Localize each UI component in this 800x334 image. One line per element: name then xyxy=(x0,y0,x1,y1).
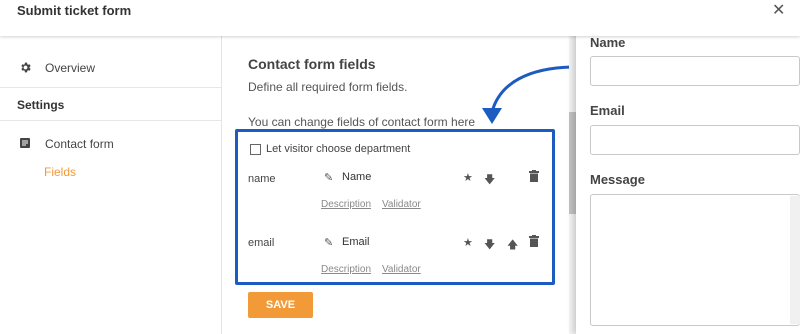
star-icon[interactable]: ★ xyxy=(463,171,473,184)
close-icon[interactable]: ✕ xyxy=(772,0,785,20)
trash-icon[interactable] xyxy=(529,235,539,250)
pencil-icon[interactable]: ✎ xyxy=(324,171,333,184)
preview-email-input[interactable] xyxy=(590,125,800,155)
curved-arrow-icon xyxy=(482,65,574,124)
sidebar-divider xyxy=(0,87,221,88)
field-label-email: Email xyxy=(342,236,370,248)
title-bar: Submit ticket form ✕ xyxy=(0,0,800,36)
field-description-link[interactable]: Description xyxy=(321,199,371,210)
star-icon[interactable]: ★ xyxy=(463,236,473,249)
preview-email-label: Email xyxy=(590,103,625,118)
preview-message-label: Message xyxy=(590,172,645,187)
field-validator-link[interactable]: Validator xyxy=(382,199,421,210)
sidebar xyxy=(0,36,222,334)
preview-textarea-scrollbar[interactable] xyxy=(790,196,800,324)
gear-icon xyxy=(19,61,32,77)
field-label-name: Name xyxy=(342,171,372,183)
department-checkbox-label: Let visitor choose department xyxy=(266,143,411,155)
trash-icon[interactable] xyxy=(529,170,539,185)
field-key-name: name xyxy=(248,173,276,185)
department-checkbox[interactable] xyxy=(250,144,261,155)
preview-name-label: Name xyxy=(590,35,626,50)
sidebar-divider xyxy=(0,120,221,121)
form-icon xyxy=(19,137,31,152)
sidebar-item-label: Contact form xyxy=(45,137,114,151)
sidebar-item-fields[interactable]: Fields xyxy=(44,165,76,179)
page-hint: You can change fields of contact form he… xyxy=(248,115,476,129)
page-title: Contact form fields xyxy=(248,56,376,72)
page-subtitle: Define all required form fields. xyxy=(248,80,408,94)
arrow-down-icon[interactable]: 🡇 xyxy=(484,236,495,255)
scrollbar-thumb[interactable] xyxy=(569,112,576,214)
window-title: Submit ticket form xyxy=(17,3,132,18)
field-key-email: email xyxy=(248,237,275,249)
sidebar-item-label: Overview xyxy=(45,61,96,75)
arrow-up-icon[interactable]: 🡅 xyxy=(507,236,518,255)
field-description-link[interactable]: Description xyxy=(321,264,371,275)
field-validator-link[interactable]: Validator xyxy=(382,264,421,275)
arrow-down-icon[interactable]: 🡇 xyxy=(484,171,495,190)
save-button[interactable]: SAVE xyxy=(248,292,313,318)
preview-message-textarea[interactable] xyxy=(590,194,800,326)
pencil-icon[interactable]: ✎ xyxy=(324,236,333,249)
preview-name-input[interactable] xyxy=(590,56,800,86)
sidebar-section-settings: Settings xyxy=(17,98,65,112)
